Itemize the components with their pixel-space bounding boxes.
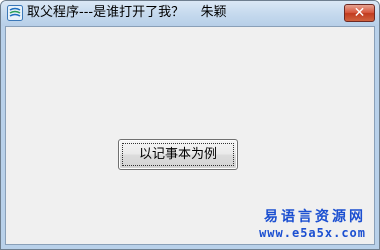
app-window: 取父程序---是谁打开了我？ 朱颖 ✕ 以记事本为例 易语言资源网 www.e5… — [0, 0, 380, 250]
title-bar[interactable]: 取父程序---是谁打开了我？ 朱颖 ✕ — [1, 1, 379, 26]
close-icon: ✕ — [353, 5, 366, 21]
close-button[interactable]: ✕ — [344, 4, 375, 22]
window-title: 取父程序---是谁打开了我？ 朱颖 — [27, 5, 227, 20]
site-watermark: 易语言资源网 www.e5a5x.com — [259, 208, 366, 240]
watermark-site-name: 易语言资源网 — [264, 209, 366, 225]
client-area: 以记事本为例 易语言资源网 www.e5a5x.com — [5, 26, 375, 245]
open-notepad-button[interactable]: 以记事本为例 — [118, 139, 238, 170]
open-notepad-button-label: 以记事本为例 — [138, 147, 217, 162]
watermark-url: www.e5a5x.com — [259, 226, 366, 240]
app-logo-icon — [7, 5, 23, 21]
